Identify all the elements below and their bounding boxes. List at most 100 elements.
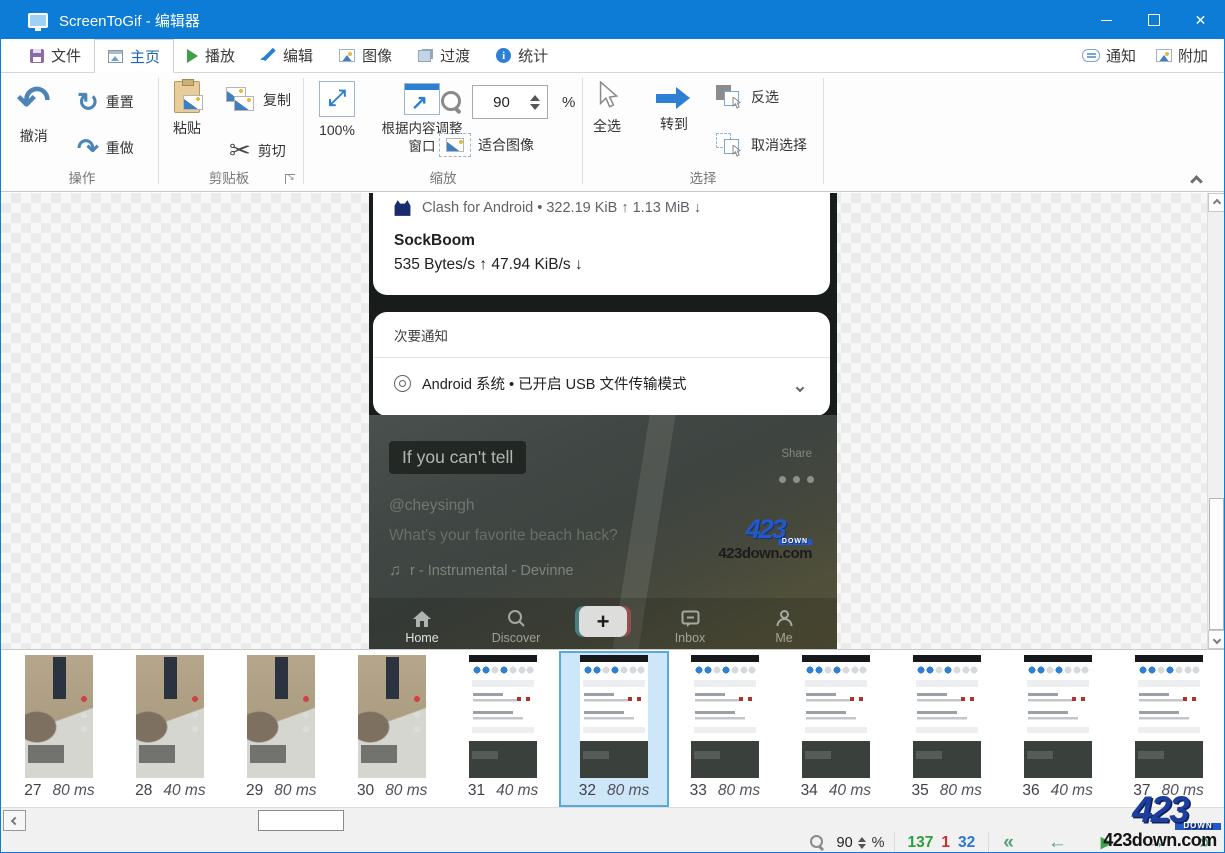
minimize-button[interactable] — [1083, 1, 1130, 39]
tab-transitions[interactable]: 过渡 — [405, 39, 483, 72]
redo-button[interactable]: 重做 — [77, 135, 134, 161]
cut-button[interactable]: 剪切 — [229, 135, 286, 166]
copy-icon — [226, 87, 256, 113]
preview-canvas[interactable]: Clash for Android • 322.19 KiB ↑ 1.13 Mi… — [1, 193, 1224, 650]
frame-delay: 40 ms — [829, 782, 871, 800]
select-all-label: 全选 — [593, 116, 621, 136]
fit-image-button[interactable]: 适合图像 — [439, 133, 534, 157]
current-frame-image: Clash for Android • 322.19 KiB ↑ 1.13 Mi… — [369, 193, 837, 650]
notification-body: 535 Bytes/s ↑ 47.94 KiB/s ↓ — [394, 256, 583, 274]
copy-button[interactable]: 复制 — [226, 87, 291, 113]
frame-item-29[interactable]: 2980 ms — [226, 651, 337, 807]
statusbar-zoom-value[interactable]: 90 — [837, 835, 853, 851]
zoom-spinner[interactable]: 90 — [472, 85, 548, 119]
statusbar-percent-sign: % — [872, 835, 885, 851]
video-caption: If you can't tell — [389, 441, 526, 474]
paste-button[interactable]: 粘贴 — [173, 81, 201, 138]
extras-button[interactable]: 附加 — [1148, 45, 1216, 66]
ribbon-tab-bar: 文件 主页 播放 编辑 图像 过渡 统计 — [1, 39, 1224, 73]
fit-window-icon — [404, 83, 440, 115]
tab-file[interactable]: 文件 — [17, 39, 94, 72]
notification-app-line: Clash for Android • 322.19 KiB ↑ 1.13 Mi… — [422, 200, 701, 216]
vertical-scrollbar-thumb[interactable] — [1209, 498, 1224, 630]
frame-item-36[interactable]: 3640 ms — [1002, 651, 1113, 807]
frame-thumbnail[interactable] — [25, 655, 93, 778]
notifications-button[interactable]: 通知 — [1074, 45, 1144, 66]
titlebar: ScreenToGif - 编辑器 — [1, 1, 1224, 39]
frame-thumbnail[interactable] — [913, 655, 981, 778]
frame-count-total: 137 — [908, 834, 934, 852]
undo-button[interactable]: 撤消 — [17, 81, 51, 146]
canvas-watermark: 423 DOWN 423down.com — [718, 518, 812, 562]
canvas-vertical-scrollbar[interactable] — [1207, 193, 1224, 649]
frame-number: 32 — [579, 782, 596, 800]
frame-thumbnail[interactable] — [469, 655, 537, 778]
reset-button[interactable]: 重置 — [77, 89, 134, 115]
frame-item-32-selected[interactable]: 3280 ms — [559, 651, 670, 807]
expand-chevron-icon[interactable] — [797, 378, 803, 396]
zoom-value[interactable]: 90 — [473, 94, 530, 111]
frame-item-35[interactable]: 3580 ms — [891, 651, 1002, 807]
frame-thumbnail[interactable] — [802, 655, 870, 778]
filmstrip-horizontal-scrollbar[interactable] — [1, 807, 1224, 833]
invert-selection-icon — [716, 85, 744, 109]
zoom-increase-icon[interactable] — [530, 95, 540, 101]
frame-item-27[interactable]: 2780 ms — [4, 651, 115, 807]
frame-thumbnail[interactable] — [1135, 655, 1203, 778]
frame-thumbnail[interactable] — [136, 655, 204, 778]
zoom-increase-icon[interactable] — [858, 837, 866, 842]
close-button[interactable] — [1177, 1, 1224, 39]
frame-number: 35 — [911, 782, 928, 800]
android-system-line: Android 系统 • 已开启 USB 文件传输模式 — [422, 373, 687, 394]
redo-label: 重做 — [106, 138, 134, 158]
deselect-icon — [716, 133, 744, 157]
chevron-left-icon — [10, 816, 18, 824]
first-frame-button[interactable]: « — [1003, 833, 1014, 852]
ribbon-collapse-button[interactable] — [1192, 173, 1212, 189]
tab-statistics[interactable]: 统计 — [483, 39, 561, 72]
frame-item-33[interactable]: 3380 ms — [669, 651, 780, 807]
goto-icon — [656, 87, 692, 109]
frame-number: 28 — [135, 782, 152, 800]
deselect-button[interactable]: 取消选择 — [716, 133, 807, 157]
zoom-100-button[interactable]: ⤢ 100% — [319, 81, 355, 138]
invert-selection-button[interactable]: 反选 — [716, 85, 779, 109]
zoom-decrease-icon[interactable] — [858, 844, 866, 849]
frame-item-30[interactable]: 3080 ms — [337, 651, 448, 807]
notifications-icon — [1082, 49, 1100, 62]
me-person-icon — [775, 609, 794, 628]
horizontal-scrollbar-thumb[interactable] — [258, 810, 344, 831]
goto-button[interactable]: 转到 — [656, 87, 692, 134]
tab-edit[interactable]: 编辑 — [248, 39, 326, 72]
phone-tab-me: Me — [753, 609, 815, 645]
inbox-icon — [681, 610, 700, 628]
group-label-selection: 选择 — [584, 167, 822, 187]
zoom-100-icon: ⤢ — [319, 81, 355, 117]
frame-thumbnail[interactable] — [358, 655, 426, 778]
scroll-left-button[interactable] — [3, 810, 26, 831]
frame-item-37[interactable]: 3780 ms — [1113, 651, 1224, 807]
corner-watermark: 423 DOWN 423down.com — [1099, 794, 1221, 851]
tab-home-label: 主页 — [130, 46, 160, 67]
silent-section-title: 次要通知 — [394, 325, 448, 345]
tab-playback[interactable]: 播放 — [174, 39, 248, 72]
frame-item-31[interactable]: 3140 ms — [448, 651, 559, 807]
copy-label: 复制 — [263, 90, 291, 110]
frame-item-34[interactable]: 3440 ms — [780, 651, 891, 807]
frame-thumbnail[interactable] — [580, 655, 648, 778]
frame-thumbnail[interactable] — [247, 655, 315, 778]
select-all-button[interactable]: 全选 — [593, 81, 621, 136]
scroll-down-button[interactable] — [1208, 630, 1224, 649]
scroll-up-button[interactable] — [1208, 193, 1224, 212]
frame-item-28[interactable]: 2840 ms — [115, 651, 226, 807]
maximize-button[interactable] — [1130, 1, 1177, 39]
zoom-decrease-icon[interactable] — [530, 104, 540, 110]
tab-image[interactable]: 图像 — [326, 39, 405, 72]
frame-thumbnail[interactable] — [691, 655, 759, 778]
frame-thumbnail[interactable] — [1024, 655, 1092, 778]
previous-frame-button[interactable]: ← — [1048, 833, 1067, 852]
frame-delay: 80 ms — [274, 782, 316, 800]
tab-home[interactable]: 主页 — [94, 39, 174, 73]
search-icon — [439, 89, 465, 115]
clipboard-dialog-launcher-icon[interactable] — [285, 174, 295, 184]
